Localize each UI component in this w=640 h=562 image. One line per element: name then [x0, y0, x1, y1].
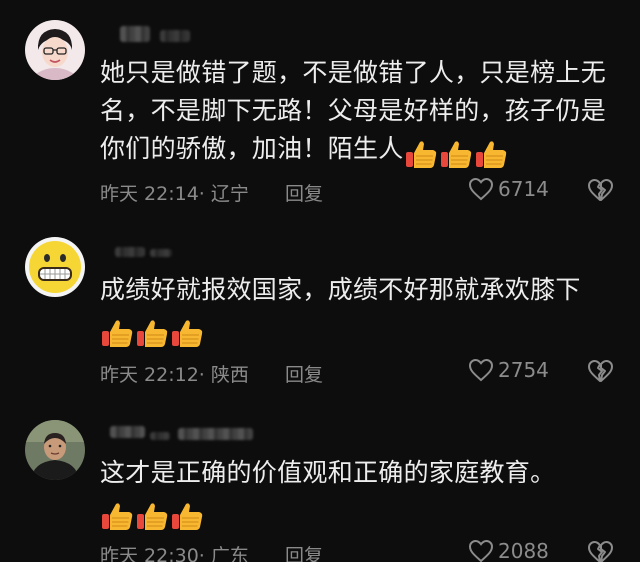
comment-item: 成绩好就报效国家，成绩不好那就承欢膝下 昨天 22:12· 陕西 回复 2754: [0, 215, 640, 395]
username-blurred-middle: [150, 432, 170, 440]
comment-text-body: 成绩好就报效国家，成绩不好那就承欢膝下: [100, 275, 581, 304]
heart-outline-icon: [468, 539, 494, 562]
comment-item: 这才是正确的价值观和正确的家庭教育。 昨天 22:30· 广东 回复 2088: [0, 400, 640, 562]
heart-outline-icon: [468, 177, 494, 201]
thumbs-up-emoji-group: [100, 496, 205, 534]
avatar[interactable]: [25, 420, 85, 480]
comment-item: 她只是做错了题，不是做错了人，只是榜上无名，不是脚下无路！父母是好样的，孩子仍是…: [0, 0, 640, 210]
avatar-emoji-grin-icon: [25, 237, 85, 297]
thumbs-up-emoji-icon: [137, 320, 168, 347]
avatar[interactable]: [25, 20, 85, 80]
reply-button[interactable]: 回复: [285, 360, 323, 387]
thumbs-up-emoji-icon: [137, 503, 168, 530]
like-count: 2754: [498, 358, 549, 382]
username-blurred[interactable]: [120, 26, 150, 42]
like-button[interactable]: 2754: [468, 358, 549, 382]
like-count: 2088: [498, 539, 549, 562]
broken-heart-icon[interactable]: [587, 358, 613, 384]
comment-meta: 昨天 22:12· 陕西: [100, 360, 249, 387]
like-button[interactable]: 6714: [468, 177, 549, 201]
comment-location: · 辽宁: [198, 183, 249, 205]
avatar-man-photo-icon: [25, 420, 85, 480]
like-count: 6714: [498, 177, 549, 201]
thumbs-up-emoji-icon: [102, 503, 133, 530]
thumbs-up-emoji-icon: [172, 320, 203, 347]
comment-text: 成绩好就报效国家，成绩不好那就承欢膝下: [100, 271, 625, 351]
username-blurred-suffix: [178, 428, 253, 440]
thumbs-up-emoji-icon: [102, 320, 133, 347]
comment-meta: 昨天 22:30· 广东: [100, 541, 249, 562]
thumbs-up-emoji-icon: [475, 141, 506, 168]
comment-location: · 陕西: [198, 364, 249, 386]
username-blurred[interactable]: [110, 426, 145, 438]
thumbs-up-emoji-group: [404, 134, 509, 172]
comment-time: 昨天 22:14: [100, 183, 199, 205]
avatar-woman-glasses-icon: [25, 20, 85, 80]
like-button[interactable]: 2088: [468, 539, 549, 562]
comment-text: 她只是做错了题，不是做错了人，只是榜上无名，不是脚下无路！父母是好样的，孩子仍是…: [100, 54, 625, 172]
thumbs-up-emoji-icon: [440, 141, 471, 168]
broken-heart-icon[interactable]: [587, 539, 613, 562]
avatar[interactable]: [25, 237, 85, 297]
comment-meta: 昨天 22:14· 辽宁: [100, 179, 249, 206]
broken-heart-icon[interactable]: [587, 177, 613, 203]
comment-text-body: 她只是做错了题，不是做错了人，只是榜上无名，不是脚下无路！父母是好样的，孩子仍是…: [100, 58, 607, 163]
username-blurred[interactable]: [115, 247, 145, 257]
thumbs-up-emoji-icon: [405, 141, 436, 168]
username-blurred-suffix: [150, 249, 172, 257]
comment-location: · 广东: [198, 545, 249, 562]
thumbs-up-emoji-group: [100, 313, 205, 351]
comment-time: 昨天 22:30: [100, 545, 199, 562]
reply-button[interactable]: 回复: [285, 179, 323, 206]
reply-button[interactable]: 回复: [285, 541, 323, 562]
heart-outline-icon: [468, 358, 494, 382]
comment-text: 这才是正确的价值观和正确的家庭教育。: [100, 454, 625, 534]
comment-time: 昨天 22:12: [100, 364, 199, 386]
comment-text-body: 这才是正确的价值观和正确的家庭教育。: [100, 458, 556, 487]
username-blurred-suffix: [160, 30, 190, 42]
thumbs-up-emoji-icon: [172, 503, 203, 530]
